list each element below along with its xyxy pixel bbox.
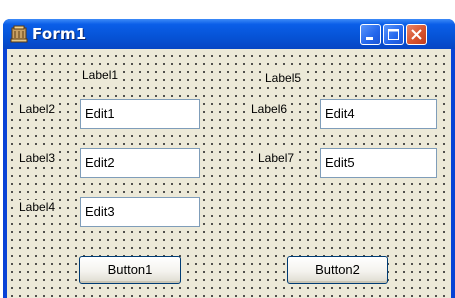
edit5-input[interactable]: Edit5 bbox=[320, 148, 437, 178]
minimize-button[interactable] bbox=[360, 24, 381, 45]
delphi-app-icon bbox=[10, 25, 28, 43]
label3: Label3 bbox=[18, 151, 57, 165]
window-title: Form1 bbox=[32, 25, 87, 43]
form-client-area: Label1 Label2 Label3 Label4 Label5 Label… bbox=[7, 49, 451, 298]
label1: Label1 bbox=[81, 68, 120, 82]
button1[interactable]: Button1 bbox=[79, 256, 181, 284]
button2[interactable]: Button2 bbox=[287, 256, 388, 284]
close-button[interactable] bbox=[406, 24, 427, 45]
maximize-icon bbox=[388, 29, 399, 40]
edit4-input[interactable]: Edit4 bbox=[320, 99, 437, 129]
title-bar[interactable]: Form1 bbox=[3, 19, 455, 49]
close-icon bbox=[411, 29, 422, 40]
edit2-input[interactable]: Edit2 bbox=[80, 148, 200, 178]
label5: Label5 bbox=[264, 71, 303, 85]
label7: Label7 bbox=[257, 151, 296, 165]
edit3-input[interactable]: Edit3 bbox=[80, 197, 200, 227]
label6: Label6 bbox=[250, 102, 289, 116]
label2: Label2 bbox=[18, 102, 57, 116]
minimize-icon bbox=[366, 37, 373, 40]
form-window: Form1 Label1 Label2 Label3 Label4 Label5… bbox=[3, 19, 455, 298]
edit1-input[interactable]: Edit1 bbox=[80, 99, 200, 129]
maximize-button[interactable] bbox=[383, 24, 404, 45]
label4: Label4 bbox=[18, 200, 57, 214]
